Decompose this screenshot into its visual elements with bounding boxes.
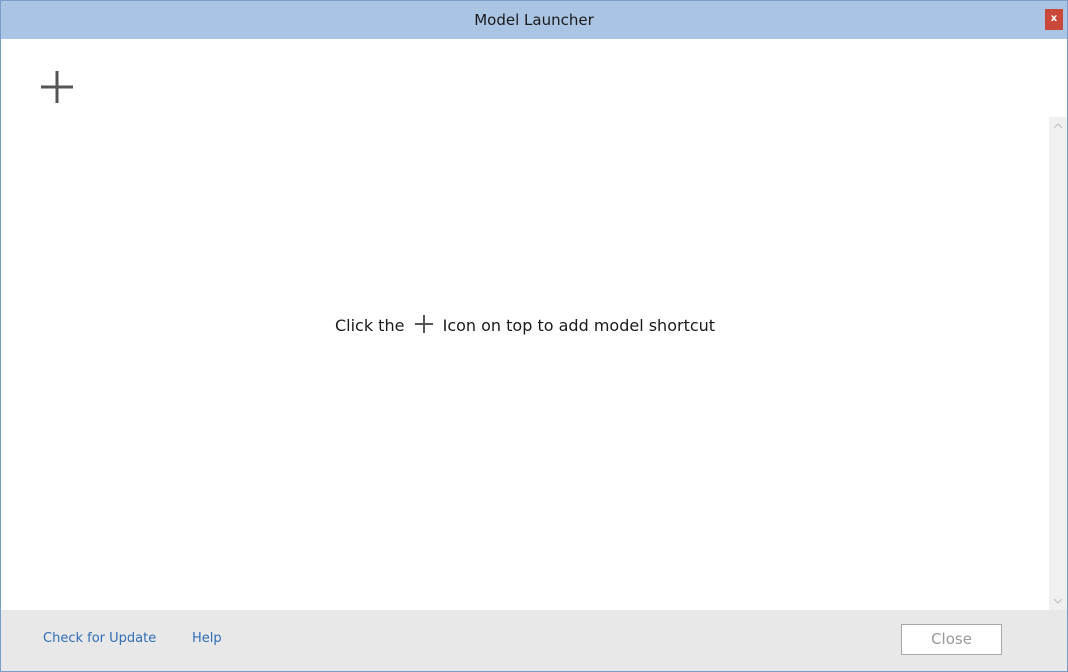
vertical-scrollbar[interactable] [1049,117,1067,610]
chevron-down-icon [1053,598,1063,604]
scroll-down-button[interactable] [1049,592,1067,610]
empty-message-suffix: Icon on top to add model shortcut [442,316,716,335]
window-title: Model Launcher [474,11,594,29]
scroll-up-button[interactable] [1049,117,1067,135]
empty-message-prefix: Click the [334,316,405,335]
window-close-button[interactable]: x [1045,9,1063,30]
add-model-button[interactable] [41,71,73,103]
footer-bar: Check for Update Help Close [1,610,1067,671]
title-bar[interactable]: Model Launcher x [1,1,1067,39]
close-button[interactable]: Close [901,624,1002,655]
empty-state-message: Click the Icon on top to add model short… [1,313,1049,339]
model-list-area: Click the Icon on top to add model short… [1,117,1049,610]
check-for-update-link[interactable]: Check for Update [43,631,156,646]
plus-icon [41,71,73,103]
plus-icon [414,315,433,333]
model-launcher-window: Model Launcher x Click the Icon on top t… [0,0,1068,672]
toolbar [1,39,1067,117]
chevron-up-icon [1053,123,1063,129]
help-link[interactable]: Help [192,631,222,646]
